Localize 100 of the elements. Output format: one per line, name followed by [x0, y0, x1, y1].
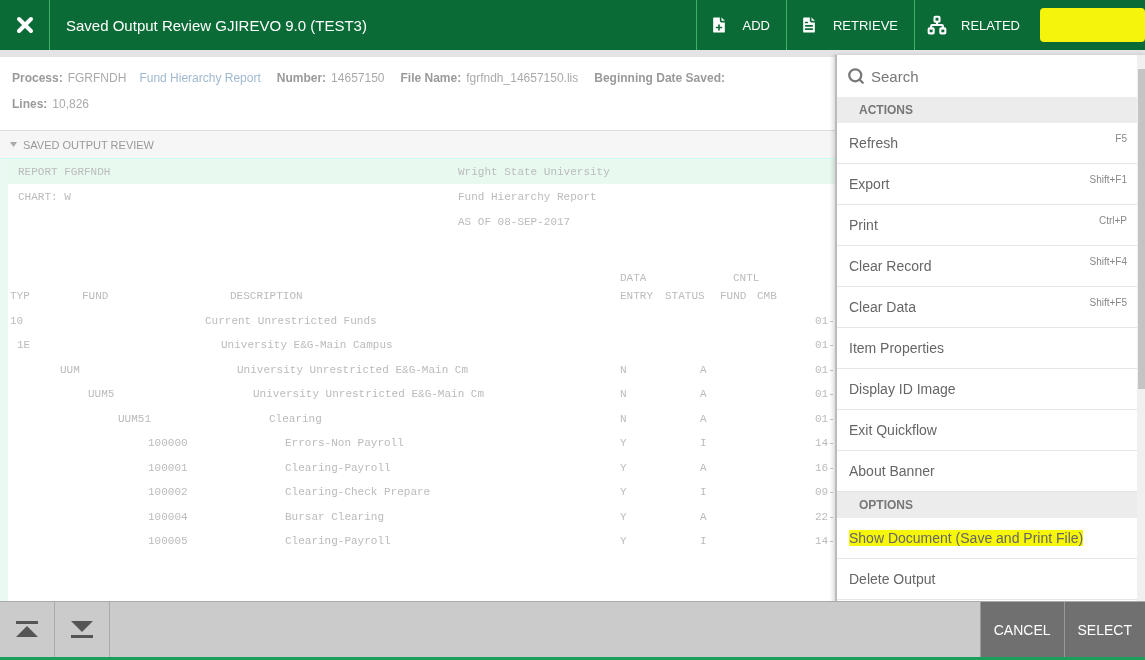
date-text: 01- [815, 363, 835, 376]
menu-section-header: ACTIONS [837, 97, 1137, 123]
date-text: 01- [815, 339, 835, 352]
fund-code: 100001 [148, 461, 188, 474]
data-entry-text: N [620, 363, 627, 376]
date-text: 14- [815, 437, 835, 450]
toolbar-button[interactable]: ADD [695, 0, 786, 50]
menu-item-label: Show Document (Save and Print File) [849, 530, 1084, 546]
menu-item-label: Item Properties [849, 340, 944, 356]
menu-item-label: Exit Quickflow [849, 422, 937, 438]
fund-description: Clearing [269, 412, 322, 425]
status-text: A [700, 412, 707, 425]
fund-code: 10 [10, 314, 24, 327]
menu-item-label: Clear Record [849, 258, 932, 274]
jump-to-bottom-icon [71, 620, 93, 639]
fund-description: University E&G-Main Campus [221, 339, 393, 352]
field-label: Number: [276, 71, 327, 85]
field-label: File Name: [400, 71, 462, 85]
report-text: REPORT FGRFNDH [18, 165, 111, 178]
collapse-caret-icon [10, 142, 17, 147]
status-text: I [700, 535, 707, 548]
data-entry-text: N [620, 388, 627, 401]
field-value: fgrfndh_14657150.lis [466, 71, 579, 85]
report-text: AS OF 08-SEP-2017 [458, 215, 571, 228]
report-text: CHART: W [18, 190, 71, 203]
fund-description: Errors-Non Payroll [285, 437, 404, 450]
column-header: ENTRY [620, 290, 653, 303]
status-text: A [700, 510, 707, 523]
column-header: CMB [757, 290, 777, 303]
field-value: 10,826 [52, 97, 90, 111]
menu-item-label: Clear Data [849, 299, 916, 315]
fund-code: 100002 [148, 486, 188, 499]
menu-item[interactable]: Show Document (Save and Print File) [837, 518, 1137, 559]
date-text: 01- [815, 314, 835, 327]
menu-item-label: Display ID Image [849, 381, 956, 397]
fund-code: UUM51 [118, 412, 151, 425]
data-entry-text: Y [620, 510, 627, 523]
fund-code: 100000 [148, 437, 188, 450]
fund-description: Clearing-Check Prepare [285, 486, 431, 499]
data-entry-text: Y [620, 486, 627, 499]
fund-code: UUM [60, 363, 80, 376]
status-text: A [700, 461, 707, 474]
data-entry-text: Y [620, 535, 627, 548]
date-text: 09- [815, 486, 835, 499]
date-text: 01- [815, 412, 835, 425]
footer-button[interactable]: CANCEL [979, 602, 1064, 657]
data-entry-text: N [620, 412, 627, 425]
menu-item-label: Print [849, 217, 878, 233]
section-title: SAVED OUTPUT REVIEW [23, 138, 154, 151]
status-text: A [700, 363, 707, 376]
fund-code: UUM5 [88, 388, 115, 401]
scrollbar-thumb[interactable] [1138, 69, 1145, 389]
shortcut-text: F5 [1115, 133, 1127, 144]
status-text: A [700, 388, 707, 401]
fund-code: 100004 [148, 510, 188, 523]
fund-description: Clearing-Payroll [285, 461, 391, 474]
column-header: FUND [82, 290, 109, 303]
menu-item-label: Refresh [849, 135, 899, 151]
menu-item-label: Export [849, 176, 890, 192]
shortcut-text: Shift+F4 [1089, 256, 1127, 267]
search-icon [847, 67, 865, 85]
fund-code: 1E [17, 339, 31, 352]
column-header: CNTL [733, 272, 760, 284]
menu-item-label: About Banner [849, 463, 935, 479]
field-value: FGRFNDH [67, 71, 127, 85]
column-header: STATUS [665, 290, 705, 303]
column-header: DESCRIPTION [230, 290, 303, 303]
toolbar-button[interactable]: RETRIEVE [786, 0, 914, 50]
field-value: 14657150 [331, 71, 385, 85]
fund-description: Current Unrestricted Funds [205, 314, 377, 327]
menu-section-header: OPTIONS [837, 492, 1137, 518]
fund-description: Bursar Clearing [285, 510, 385, 523]
field-label: Process: [12, 71, 63, 85]
shortcut-text: Shift+F1 [1089, 174, 1127, 185]
field-label: Lines: [12, 97, 48, 111]
report-text: Wright State University [458, 165, 610, 178]
date-text: 16- [815, 461, 835, 474]
footer-button[interactable]: SELECT [1063, 602, 1145, 657]
date-text: 22- [815, 510, 835, 523]
date-text: 14- [815, 535, 835, 548]
fund-description: Clearing-Payroll [285, 535, 391, 548]
toolbar-button[interactable]: RELATED [914, 0, 1036, 50]
shortcut-text: Shift+F5 [1089, 297, 1127, 308]
data-entry-text: Y [620, 461, 627, 474]
column-header: DATA [620, 272, 647, 284]
date-text: 01- [815, 388, 835, 401]
column-header: FUND [720, 290, 747, 303]
hierarchy-icon [927, 15, 947, 35]
data-entry-text: Y [620, 437, 627, 450]
menu-item-label: Delete Output [849, 571, 936, 587]
field-description: Fund Hierarchy Report [139, 71, 261, 85]
jump-to-top-icon [16, 620, 38, 639]
fund-description: University Unrestricted E&G-Main Cm [237, 363, 469, 376]
status-text: I [700, 437, 707, 450]
shortcut-text: Ctrl+P [1098, 215, 1127, 226]
field-label: Beginning Date Saved: [594, 71, 725, 85]
fund-description: University Unrestricted E&G-Main Cm [253, 388, 485, 401]
fund-code: 100005 [148, 535, 188, 548]
status-text: I [700, 486, 707, 499]
window-title: Saved Output Review GJIREVO 9.0 (TEST3) [65, 15, 368, 36]
